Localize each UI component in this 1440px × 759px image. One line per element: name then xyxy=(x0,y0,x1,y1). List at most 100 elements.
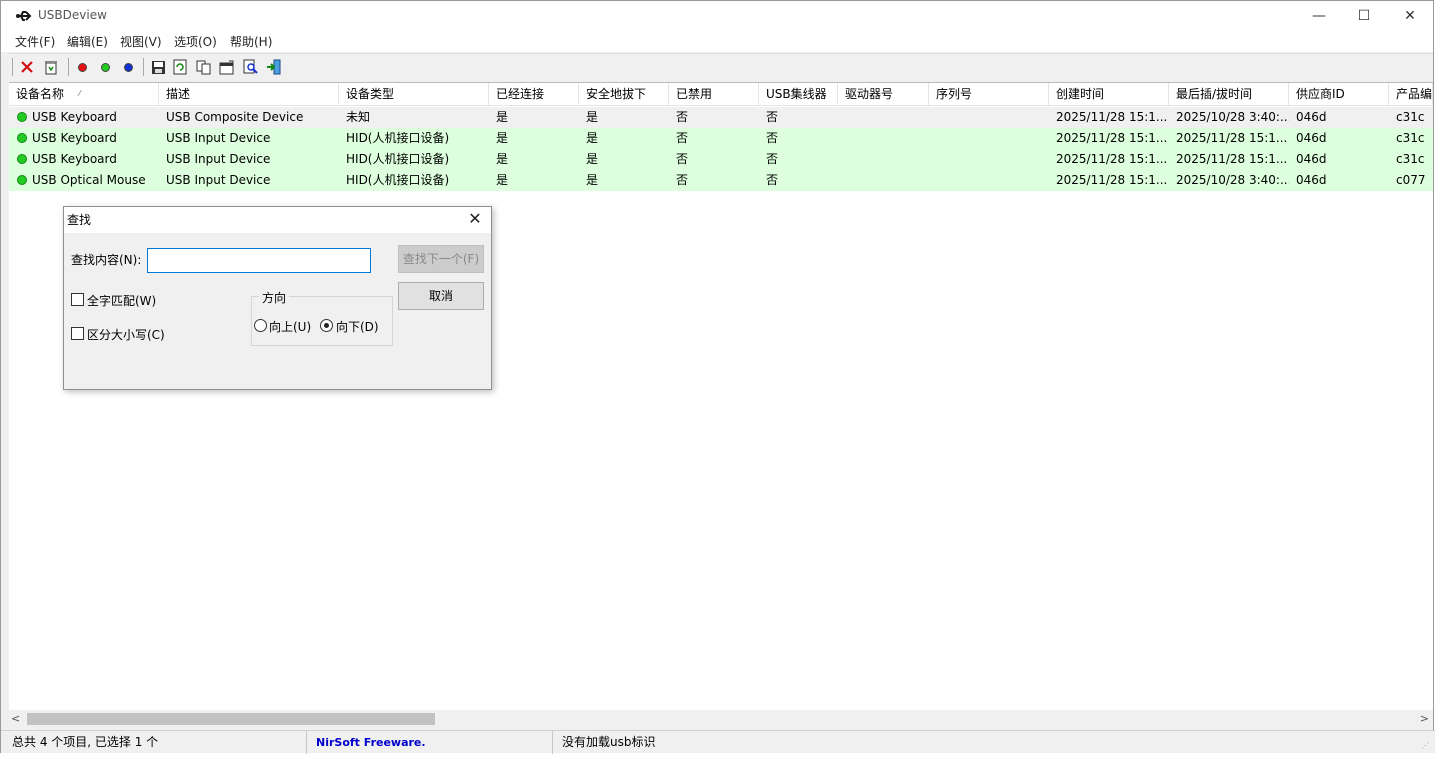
table-row[interactable]: USB Optical Mouse USB Input Device HID(人… xyxy=(9,170,1433,191)
cell-safe-to-unplug: 是 xyxy=(586,173,599,187)
column-header-created-date[interactable]: 创建时间 xyxy=(1049,83,1169,106)
find-what-input[interactable] xyxy=(147,248,371,273)
direction-up-label[interactable]: 向上(U) xyxy=(269,318,311,335)
column-header-vendor-id[interactable]: 供应商ID xyxy=(1289,83,1389,106)
toolbar xyxy=(9,53,1433,80)
cell-created-date: 2025/11/28 15:1... xyxy=(1056,110,1168,124)
cell-created-date: 2025/11/28 15:1... xyxy=(1056,173,1168,187)
scrollbar-thumb[interactable] xyxy=(27,713,435,725)
cell-usb-hub: 否 xyxy=(766,110,779,124)
cell-device-type: HID(人机接口设备) xyxy=(346,152,450,166)
whole-word-label[interactable]: 全字匹配(W) xyxy=(87,292,156,309)
table-row[interactable]: USB Keyboard USB Composite Device 未知 是 是… xyxy=(9,107,1433,128)
menu-file[interactable]: 文件(F) xyxy=(15,33,55,50)
table-row[interactable]: USB Keyboard USB Input Device HID(人机接口设备… xyxy=(9,149,1433,170)
cell-safe-to-unplug: 是 xyxy=(586,152,599,166)
blue-dot-icon[interactable] xyxy=(119,58,137,76)
recycle-icon[interactable] xyxy=(42,58,60,76)
properties-icon[interactable] xyxy=(218,58,236,76)
cell-device-type: HID(人机接口设备) xyxy=(346,131,450,145)
scroll-left-icon[interactable]: < xyxy=(11,712,20,725)
title-bar: USBDeview — ☐ ✕ xyxy=(1,1,1433,31)
cell-device-type: 未知 xyxy=(346,110,371,124)
cell-connected: 是 xyxy=(496,152,509,166)
cell-drive-letter xyxy=(838,170,929,191)
cell-serial-number xyxy=(929,128,1049,149)
column-header-safe-to-unplug[interactable]: 安全地拔下 xyxy=(579,83,669,106)
cell-last-plug-date: 2025/10/28 3:40:... xyxy=(1176,173,1289,187)
cell-device-name: USB Keyboard xyxy=(32,152,117,166)
green-dot-icon[interactable] xyxy=(96,58,114,76)
match-case-label[interactable]: 区分大小写(C) xyxy=(87,326,165,343)
cell-vendor-id: 046d xyxy=(1296,173,1327,187)
cell-description: USB Input Device xyxy=(166,152,271,166)
find-what-label: 查找内容(N): xyxy=(71,253,142,267)
cancel-button[interactable]: 取消 xyxy=(398,282,484,310)
menu-options[interactable]: 选项(O) xyxy=(174,33,217,50)
cell-safe-to-unplug: 是 xyxy=(586,131,599,145)
cell-created-date: 2025/11/28 15:1... xyxy=(1056,152,1168,166)
exit-icon[interactable] xyxy=(265,58,283,76)
column-header-connected[interactable]: 已经连接 xyxy=(489,83,579,106)
window-title: USBDeview xyxy=(38,8,107,22)
cell-serial-number xyxy=(929,107,1049,128)
match-case-checkbox[interactable] xyxy=(71,327,84,340)
red-dot-icon[interactable] xyxy=(73,58,91,76)
cell-disabled: 否 xyxy=(676,110,689,124)
cell-drive-letter xyxy=(838,149,929,170)
cell-drive-letter xyxy=(838,128,929,149)
column-header-description[interactable]: 描述 xyxy=(159,83,339,106)
device-list[interactable]: 设备名称 ⁄ 描述 设备类型 已经连接 安全地拔下 已禁用 USB集线器 驱动器号… xyxy=(9,82,1433,710)
column-header-last-plug-date[interactable]: 最后插/拔时间 xyxy=(1169,83,1289,106)
cell-last-plug-date: 2025/10/28 3:40:... xyxy=(1176,110,1289,124)
column-header-device-type[interactable]: 设备类型 xyxy=(339,83,489,106)
cell-connected: 是 xyxy=(496,131,509,145)
scroll-right-icon[interactable]: > xyxy=(1420,712,1429,725)
column-header-product-id[interactable]: 产品编 xyxy=(1389,83,1433,106)
cell-usb-hub: 否 xyxy=(766,131,779,145)
whole-word-checkbox[interactable] xyxy=(71,293,84,306)
column-header-device-name[interactable]: 设备名称 ⁄ xyxy=(9,83,159,106)
save-icon[interactable] xyxy=(149,58,167,76)
cell-description: USB Input Device xyxy=(166,173,271,187)
maximize-button[interactable]: ☐ xyxy=(1341,1,1387,31)
horizontal-scrollbar[interactable]: < > xyxy=(9,710,1433,728)
toolbar-separator xyxy=(68,58,69,76)
copy-icon[interactable] xyxy=(195,58,213,76)
direction-down-label[interactable]: 向下(D) xyxy=(336,318,379,335)
cell-product-id: c31c xyxy=(1396,131,1425,145)
refresh-icon[interactable] xyxy=(171,58,189,76)
usb-app-icon xyxy=(16,11,32,21)
menu-edit[interactable]: 编辑(E) xyxy=(67,33,108,50)
cell-safe-to-unplug: 是 xyxy=(586,110,599,124)
column-header-disabled[interactable]: 已禁用 xyxy=(669,83,759,106)
find-icon[interactable] xyxy=(242,58,260,76)
close-button[interactable]: ✕ xyxy=(1387,1,1433,31)
cell-created-date: 2025/11/28 15:1... xyxy=(1056,131,1168,145)
column-header-usb-hub[interactable]: USB集线器 xyxy=(759,83,838,106)
list-header: 设备名称 ⁄ 描述 设备类型 已经连接 安全地拔下 已禁用 USB集线器 驱动器号… xyxy=(9,83,1433,106)
find-dialog-close-button[interactable]: ✕ xyxy=(465,208,485,230)
column-header-serial-number[interactable]: 序列号 xyxy=(929,83,1049,106)
delete-icon[interactable] xyxy=(18,58,36,76)
cell-drive-letter xyxy=(838,107,929,128)
sort-indicator-icon: ⁄ xyxy=(79,89,81,98)
status-item-count: 总共 4 个项目, 已选择 1 个 xyxy=(9,731,307,754)
find-next-button[interactable]: 查找下一个(F) xyxy=(398,245,484,273)
cell-device-name: USB Keyboard xyxy=(32,110,117,124)
column-header-drive-letter[interactable]: 驱动器号 xyxy=(838,83,929,106)
direction-down-radio[interactable] xyxy=(320,319,333,332)
status-nirsoft-link[interactable]: NirSoft Freeware. http://www.nirsoft.net xyxy=(307,731,553,754)
menu-view[interactable]: 视图(V) xyxy=(120,33,162,50)
cell-vendor-id: 046d xyxy=(1296,152,1327,166)
resize-grip-icon[interactable]: ⋰ xyxy=(1421,741,1431,751)
minimize-button[interactable]: — xyxy=(1296,1,1342,31)
direction-up-radio[interactable] xyxy=(254,319,267,332)
cell-connected: 是 xyxy=(496,173,509,187)
table-row[interactable]: USB Keyboard USB Input Device HID(人机接口设备… xyxy=(9,128,1433,149)
direction-label: 方向 xyxy=(259,289,290,306)
cell-connected: 是 xyxy=(496,110,509,124)
cell-last-plug-date: 2025/11/28 15:1... xyxy=(1176,152,1288,166)
cell-serial-number xyxy=(929,149,1049,170)
menu-help[interactable]: 帮助(H) xyxy=(230,33,272,50)
